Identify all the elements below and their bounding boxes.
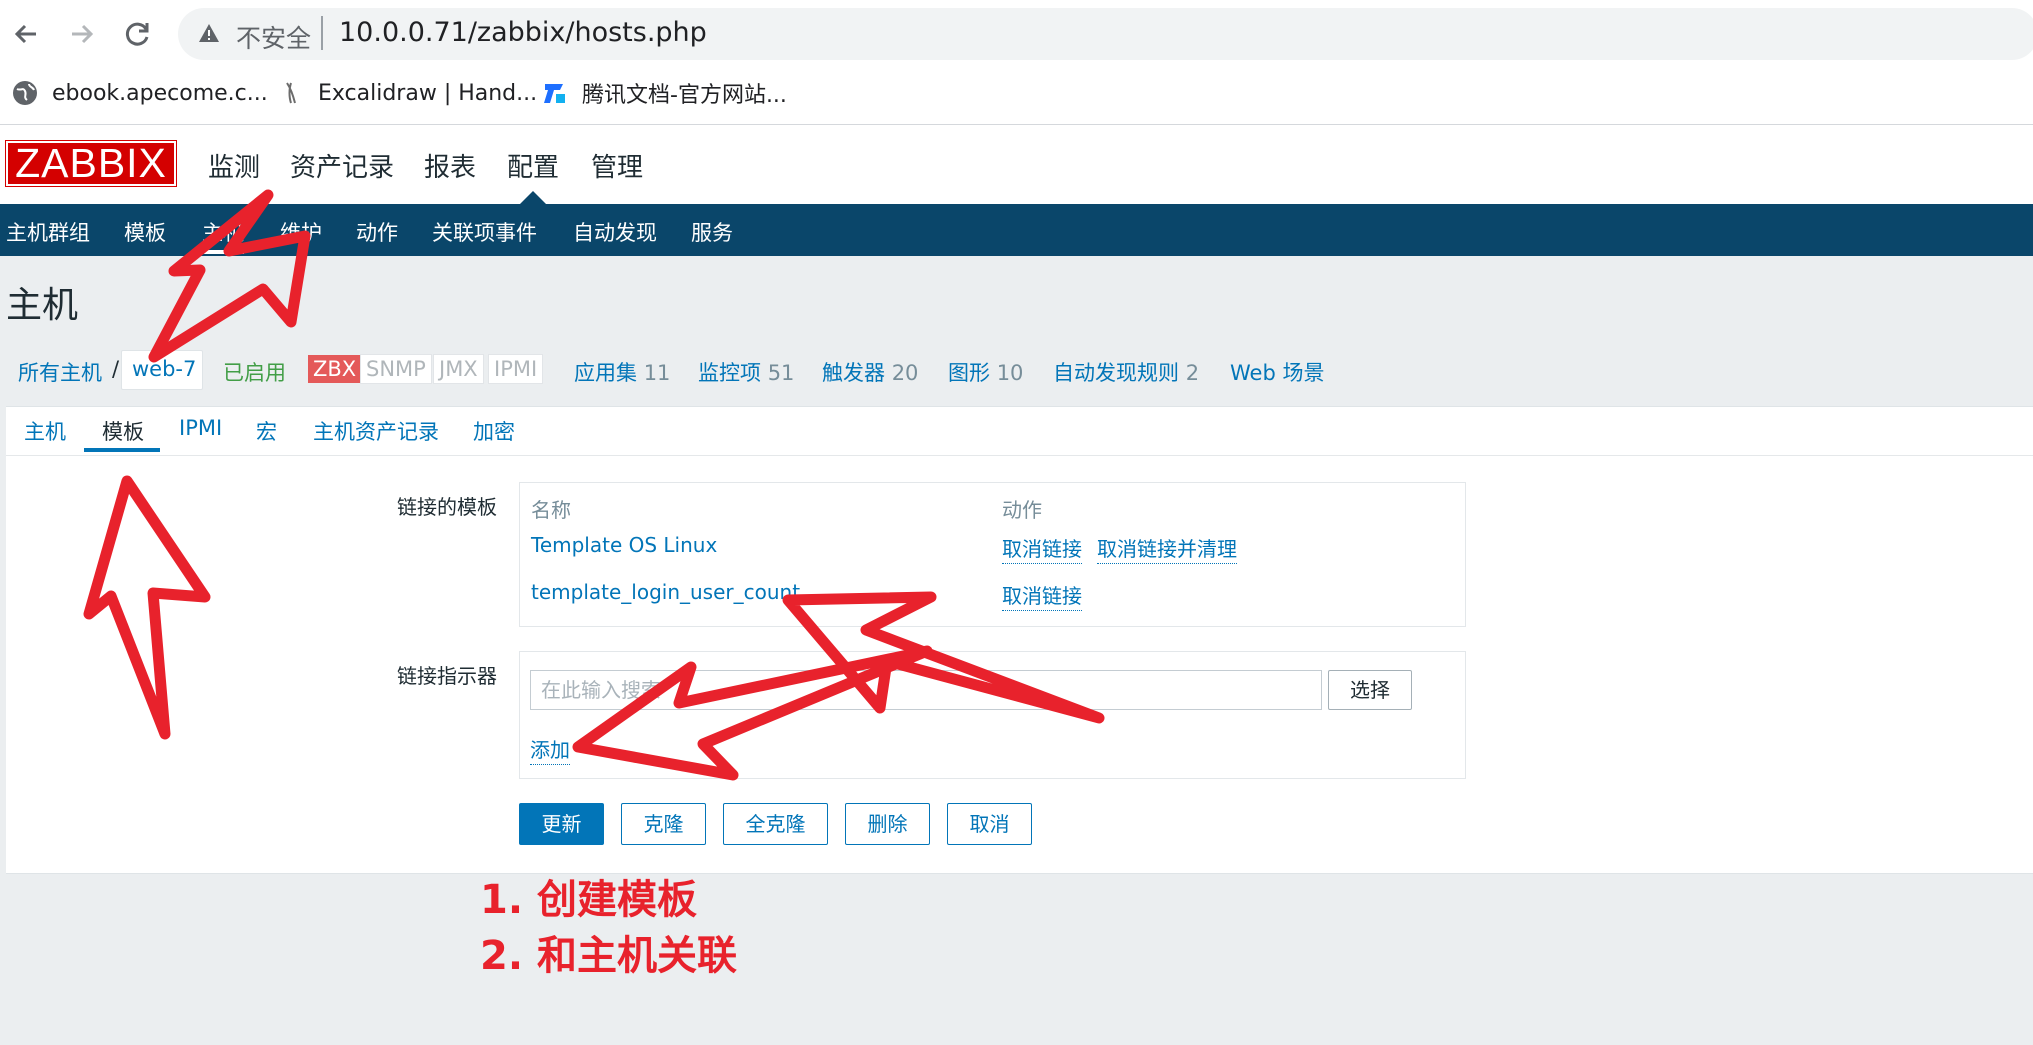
- link-label: 监控项: [698, 361, 761, 385]
- col-name-header: 名称: [531, 498, 571, 522]
- bookmark-label: 腾讯文档-官方网站...: [582, 83, 787, 108]
- tab-host[interactable]: 主机: [24, 416, 66, 446]
- url-text[interactable]: 10.0.0.71/zabbix/hosts.php: [339, 17, 707, 48]
- template-search-input[interactable]: [530, 670, 1322, 710]
- active-menu-caret: [520, 191, 546, 204]
- tencent-docs-icon: [542, 80, 568, 106]
- menu-reports[interactable]: 报表: [424, 147, 476, 184]
- availability-snmp-badge: SNMP: [360, 354, 432, 384]
- annotation-line-1: 1. 创建模板: [480, 877, 697, 923]
- availability-zbx-badge: ZBX: [308, 355, 362, 383]
- forward-arrow-icon[interactable]: [62, 14, 102, 54]
- address-divider: [321, 16, 323, 50]
- menu-monitoring[interactable]: 监测: [208, 147, 260, 184]
- select-button[interactable]: 选择: [1328, 670, 1412, 710]
- zabbix-header: ZABBIX 监测 资产记录 报表 配置 管理: [0, 125, 2033, 204]
- tab-ipmi[interactable]: IPMI: [179, 416, 222, 440]
- link-discovery-rules[interactable]: 自动发现规则 2: [1053, 357, 1199, 387]
- link-label: 自动发现规则: [1053, 361, 1179, 385]
- sub-menu-hosts[interactable]: 主机: [202, 217, 244, 247]
- menu-inventory[interactable]: 资产记录: [290, 147, 394, 184]
- sub-menu-actions[interactable]: 动作: [356, 217, 398, 247]
- link-label: 触发器: [822, 361, 885, 385]
- browser-toolbar: 不安全 10.0.0.71/zabbix/hosts.php ebook.ape…: [0, 0, 2033, 125]
- link-count: 2: [1185, 361, 1200, 385]
- bookmark-tencent-docs[interactable]: 腾讯文档-官方网站...: [542, 76, 787, 110]
- tab-divider: [6, 455, 2033, 456]
- active-sub-menu-underline: [202, 250, 244, 254]
- page-title: 主机: [6, 285, 79, 326]
- availability-jmx-badge: JMX: [433, 354, 484, 384]
- annotation-line-2: 2. 和主机关联: [480, 933, 737, 979]
- sub-menu-services[interactable]: 服务: [691, 217, 733, 247]
- reload-icon[interactable]: [118, 14, 158, 54]
- bookmark-label: ebook.apecome.c...: [52, 80, 268, 106]
- sub-menu: 主机群组 模板 主机 维护 动作 关联项事件 自动发现 服务: [0, 204, 2033, 256]
- availability-ipmi-badge: IPMI: [488, 354, 544, 384]
- annotation-text: 1. 创建模板 2. 和主机关联: [480, 872, 737, 984]
- template-link[interactable]: template_login_user_count: [531, 580, 800, 604]
- link-count: 20: [891, 361, 919, 385]
- linked-templates-label: 链接的模板: [397, 495, 497, 519]
- sub-menu-event-correlation[interactable]: 关联项事件: [432, 217, 537, 247]
- link-graphs[interactable]: 图形 10: [948, 357, 1023, 387]
- link-triggers[interactable]: 触发器 20: [822, 357, 918, 387]
- back-arrow-icon[interactable]: [6, 14, 46, 54]
- link-label: 图形: [948, 361, 990, 385]
- host-status-enabled[interactable]: 已启用: [223, 357, 286, 387]
- menu-administration[interactable]: 管理: [591, 147, 643, 184]
- cancel-button[interactable]: 取消: [947, 803, 1032, 845]
- zabbix-logo[interactable]: ZABBIX: [5, 140, 177, 187]
- tab-templates[interactable]: 模板: [102, 416, 144, 446]
- menu-configuration[interactable]: 配置: [507, 147, 559, 184]
- full-clone-button[interactable]: 全克隆: [723, 803, 828, 845]
- breadcrumb-separator: /: [112, 357, 120, 381]
- link-count: 51: [767, 361, 795, 385]
- link-web-scenarios[interactable]: Web 场景: [1230, 357, 1324, 387]
- link-indicator-label: 链接指示器: [397, 664, 497, 688]
- bookmark-ebook[interactable]: ebook.apecome.c...: [12, 76, 268, 110]
- template-link[interactable]: Template OS Linux: [531, 533, 717, 557]
- add-link[interactable]: 添加: [530, 734, 570, 765]
- sub-menu-maintenance[interactable]: 维护: [280, 217, 322, 247]
- unlink-and-clear-link[interactable]: 取消链接并清理: [1097, 533, 1237, 564]
- sub-menu-host-groups[interactable]: 主机群组: [6, 217, 90, 247]
- link-label: 应用集: [574, 361, 637, 385]
- bookmark-excalidraw[interactable]: Excalidraw | Hand...: [278, 76, 537, 110]
- update-button[interactable]: 更新: [519, 803, 604, 845]
- breadcrumb-all-hosts[interactable]: 所有主机: [18, 357, 102, 387]
- tab-inventory[interactable]: 主机资产记录: [313, 416, 439, 446]
- sub-menu-templates[interactable]: 模板: [124, 217, 166, 247]
- tab-macros[interactable]: 宏: [256, 416, 277, 446]
- delete-button[interactable]: 删除: [845, 803, 930, 845]
- link-count: 10: [996, 361, 1024, 385]
- breadcrumb-host[interactable]: web-7: [132, 357, 196, 381]
- security-label[interactable]: 不安全: [236, 19, 311, 55]
- bookmark-label: Excalidraw | Hand...: [318, 80, 538, 106]
- sub-menu-discovery[interactable]: 自动发现: [573, 217, 657, 247]
- excalidraw-icon: [278, 80, 304, 106]
- unlink-link[interactable]: 取消链接: [1002, 533, 1082, 564]
- link-count: 11: [643, 361, 671, 385]
- clone-button[interactable]: 克隆: [621, 803, 706, 845]
- globe-icon: [12, 80, 38, 106]
- warning-icon[interactable]: [198, 23, 220, 47]
- link-applications[interactable]: 应用集 11: [574, 357, 670, 387]
- tab-encryption[interactable]: 加密: [473, 416, 515, 446]
- active-tab-underline: [84, 448, 160, 452]
- unlink-link[interactable]: 取消链接: [1002, 580, 1082, 611]
- link-items[interactable]: 监控项 51: [698, 357, 794, 387]
- col-action-header: 动作: [1002, 498, 1042, 522]
